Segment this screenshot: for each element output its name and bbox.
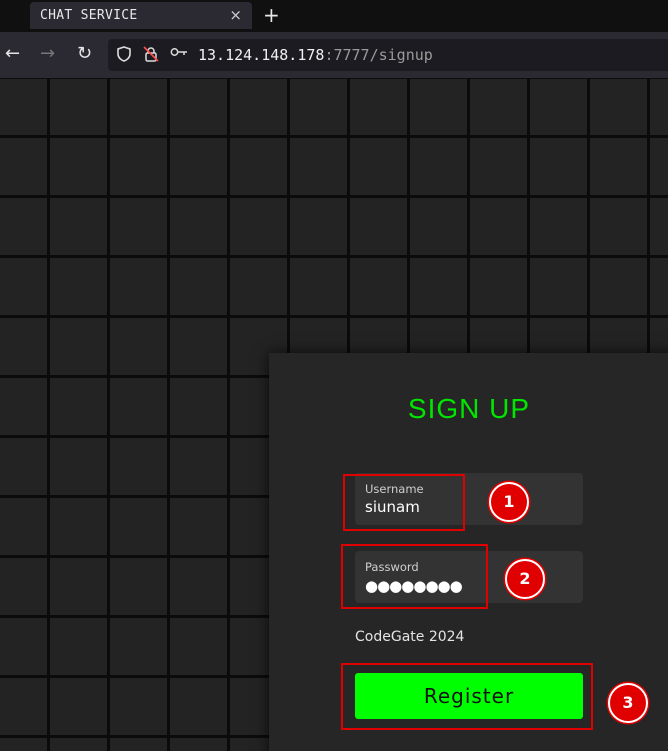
annotation-badge-2: 2 — [505, 559, 545, 599]
register-button[interactable]: Register — [355, 673, 583, 719]
url-host: 13.124.148.178 — [198, 46, 325, 64]
username-field[interactable]: Username siunam — [355, 473, 583, 525]
page-background: SIGN UP Username siunam Password ●●●●●●●… — [0, 79, 668, 751]
username-input[interactable]: siunam — [365, 498, 420, 516]
tab-bar: CHAT SERVICE × + — [0, 0, 668, 32]
annotation-badge-1: 1 — [489, 482, 529, 522]
footer-text: CodeGate 2024 — [355, 629, 465, 645]
annotation-badge-3: 3 — [608, 683, 648, 723]
navigation-bar: ← → ↻ 13.124.148.178:7777/signup — [0, 32, 668, 79]
address-bar[interactable]: 13.124.148.178:7777/signup — [108, 39, 668, 71]
password-label: Password — [365, 560, 419, 574]
forward-arrow-icon[interactable]: → — [40, 43, 55, 64]
new-tab-icon[interactable]: + — [263, 3, 280, 27]
browser-tab[interactable]: CHAT SERVICE × — [30, 2, 252, 29]
password-input[interactable]: ●●●●●●●● — [365, 577, 463, 595]
shield-icon[interactable] — [117, 46, 131, 66]
key-icon[interactable] — [170, 46, 188, 62]
insecure-lock-icon[interactable] — [143, 46, 159, 66]
url-path: :7777/signup — [324, 46, 433, 64]
signup-panel: SIGN UP Username siunam Password ●●●●●●●… — [269, 353, 668, 751]
reload-icon[interactable]: ↻ — [77, 43, 92, 64]
close-tab-icon[interactable]: × — [229, 6, 242, 24]
tab-title: CHAT SERVICE — [40, 8, 138, 23]
back-arrow-icon[interactable]: ← — [5, 43, 20, 64]
password-field[interactable]: Password ●●●●●●●● — [355, 551, 583, 603]
username-label: Username — [365, 482, 424, 496]
page-title: SIGN UP — [407, 393, 531, 424]
url-text[interactable]: 13.124.148.178:7777/signup — [198, 46, 433, 64]
